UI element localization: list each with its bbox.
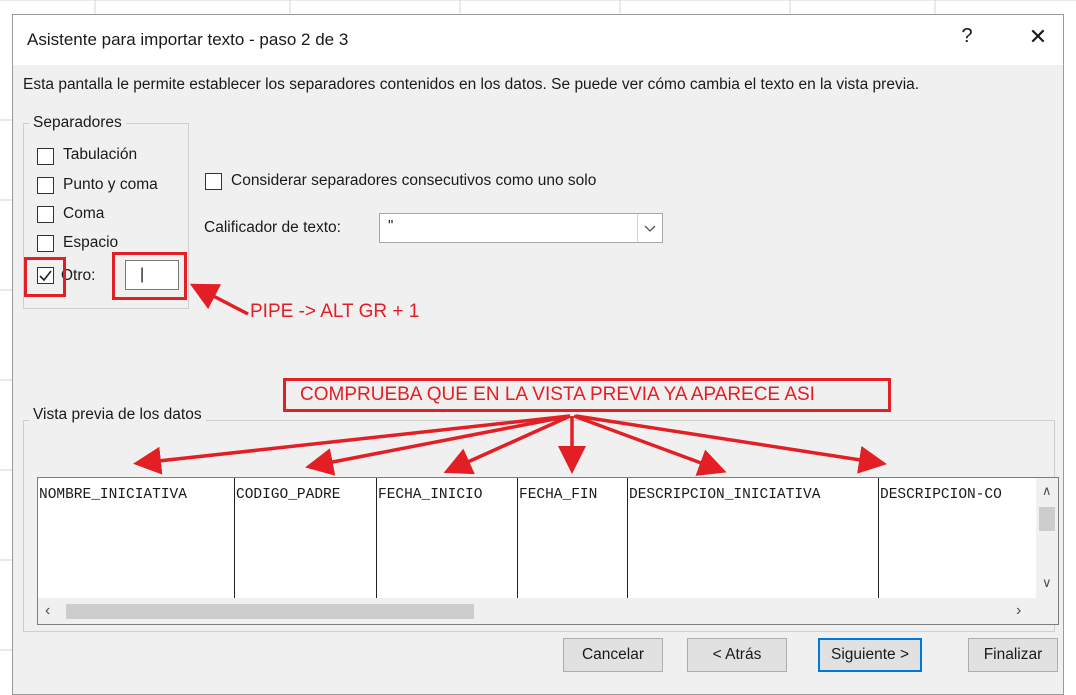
qualifier-label: Calificador de texto: (204, 219, 341, 236)
close-button[interactable]: ✕ (1026, 24, 1050, 50)
other-input-highlight (112, 252, 187, 300)
vertical-scrollbar[interactable]: ∧ ∨ (1036, 478, 1058, 598)
pipe-annotation: PIPE -> ALT GR + 1 (250, 301, 420, 322)
scroll-left-icon[interactable]: ‹ (45, 602, 50, 620)
cancel-button[interactable]: Cancelar (563, 638, 663, 672)
preview-column: NOMBRE_INICIATIVA (38, 478, 235, 598)
qualifier-dropdown-button[interactable] (637, 214, 662, 242)
description-text: Esta pantalla le permite establecer los … (23, 76, 920, 93)
finish-button[interactable]: Finalizar (968, 638, 1058, 672)
tab-label: Tabulación (63, 146, 138, 163)
consecutive-checkbox[interactable] (205, 173, 222, 190)
other-label: Otro: (61, 267, 96, 284)
comma-checkbox[interactable] (37, 206, 54, 223)
consecutive-label: Considerar separadores consecutivos como… (231, 172, 597, 189)
preview-annotation: COMPRUEBA QUE EN LA VISTA PREVIA YA APAR… (300, 384, 815, 405)
preview-column: CODIGO_PADRE (235, 478, 377, 598)
data-preview[interactable]: NOMBRE_INICIATIVA CODIGO_PADRE FECHA_INI… (37, 477, 1059, 625)
preview-column: FECHA_FIN (518, 478, 628, 598)
horizontal-scroll-thumb[interactable] (66, 604, 474, 619)
horizontal-scrollbar[interactable]: ‹ › (38, 598, 1058, 624)
preview-column: DESCRIPCION_INICIATIVA (628, 478, 879, 598)
preview-columns: NOMBRE_INICIATIVA CODIGO_PADRE FECHA_INI… (38, 478, 1036, 598)
title-bar: Asistente para importar texto - paso 2 d… (13, 15, 1063, 65)
preview-legend: Vista previa de los datos (29, 406, 206, 424)
scroll-down-icon[interactable]: ∨ (1042, 575, 1052, 591)
space-checkbox[interactable] (37, 235, 54, 252)
chevron-down-icon (644, 225, 656, 232)
semicolon-label: Punto y coma (63, 176, 158, 193)
back-button[interactable]: < Atrás (687, 638, 787, 672)
vertical-scroll-thumb[interactable] (1039, 507, 1055, 531)
preview-column: FECHA_INICIO (377, 478, 518, 598)
preview-column: DESCRIPCION-CO (880, 487, 1002, 503)
comma-label: Coma (63, 205, 105, 222)
qualifier-value: " (388, 217, 394, 234)
scroll-up-icon[interactable]: ∧ (1042, 483, 1052, 499)
next-button[interactable]: Siguiente > (818, 638, 922, 672)
tab-checkbox[interactable] (37, 148, 54, 165)
separators-legend: Separadores (29, 114, 126, 132)
scroll-right-icon[interactable]: › (1016, 602, 1021, 620)
qualifier-select[interactable]: " (379, 213, 663, 243)
dialog-title: Asistente para importar texto - paso 2 d… (27, 30, 349, 49)
import-text-wizard-dialog: Asistente para importar texto - paso 2 d… (12, 14, 1064, 695)
other-checkbox-highlight (24, 257, 66, 297)
help-button[interactable]: ? (957, 25, 977, 48)
space-label: Espacio (63, 234, 119, 251)
semicolon-checkbox[interactable] (37, 177, 54, 194)
